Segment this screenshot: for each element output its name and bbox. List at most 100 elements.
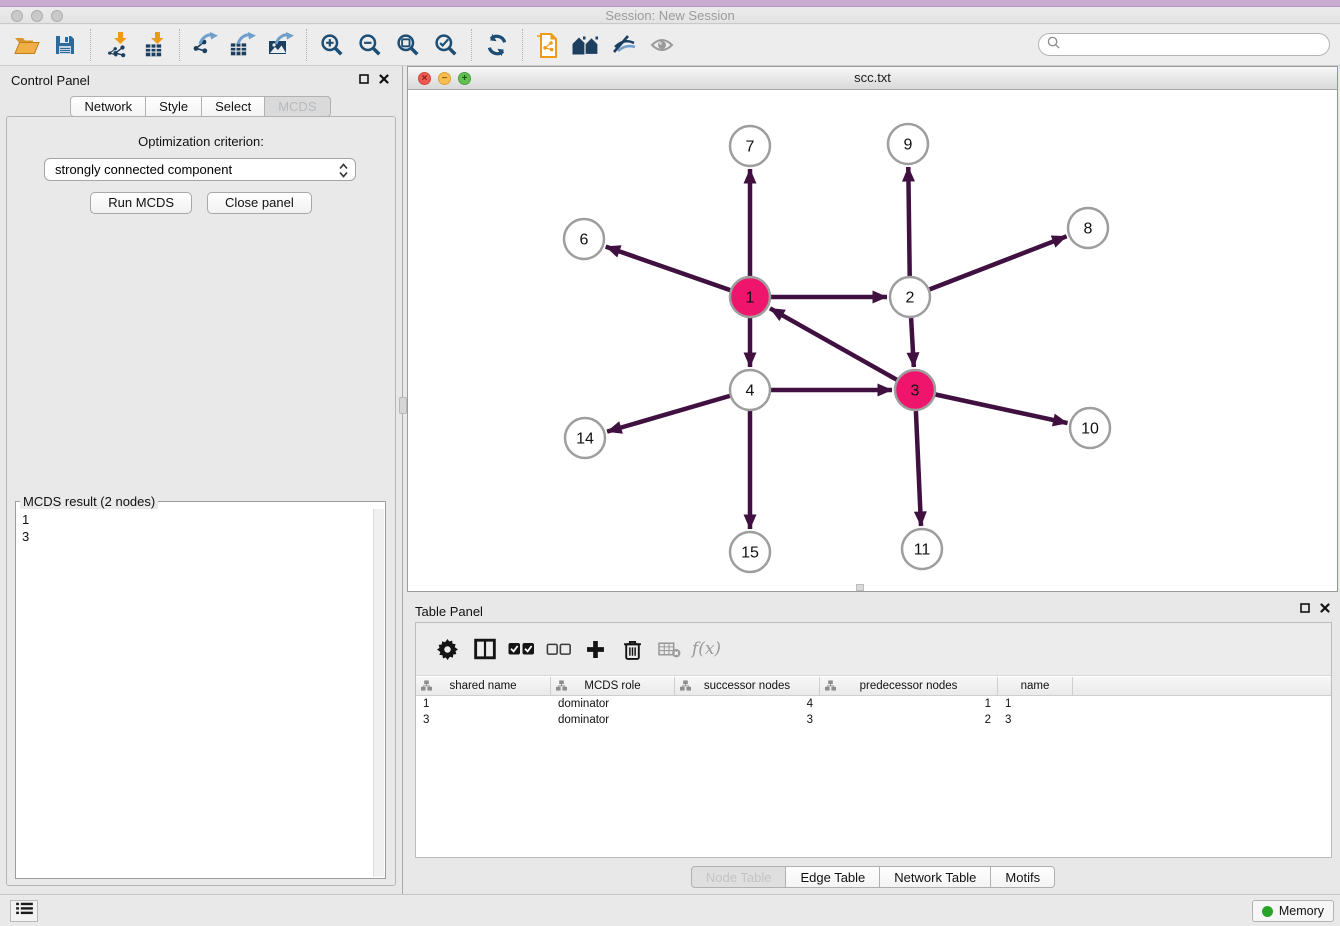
graph-node-4[interactable]: 4 xyxy=(730,370,770,410)
network-close-button[interactable]: × xyxy=(418,72,431,85)
float-panel-icon[interactable] xyxy=(359,74,369,84)
tab-select[interactable]: Select xyxy=(201,96,265,117)
run-mcds-button[interactable]: Run MCDS xyxy=(90,192,192,214)
table-row-2[interactable]: 3dominator323 xyxy=(416,712,1331,728)
svg-text:4: 4 xyxy=(746,383,755,400)
cell-MCDS-role[interactable]: dominator xyxy=(551,712,675,728)
result-scrollbar[interactable] xyxy=(373,509,384,877)
memory-status-dot xyxy=(1262,906,1273,917)
image-export-icon xyxy=(267,32,295,58)
graph-node-10[interactable]: 10 xyxy=(1070,408,1110,448)
edge-2-3[interactable] xyxy=(911,318,914,367)
memory-button[interactable]: Memory xyxy=(1252,900,1334,922)
table-export-button[interactable] xyxy=(224,27,262,63)
save-floppy-button[interactable] xyxy=(46,27,84,63)
graph-node-8[interactable]: 8 xyxy=(1068,208,1108,248)
houses-button[interactable] xyxy=(567,27,605,63)
task-history-button[interactable] xyxy=(10,900,38,922)
optimization-criterion-select[interactable]: strongly connected component xyxy=(44,158,356,181)
graph-node-2[interactable]: 2 xyxy=(890,277,930,317)
float-table-panel-icon[interactable] xyxy=(1300,603,1310,613)
column-header-name[interactable]: name xyxy=(998,677,1073,695)
hierarchy-icon xyxy=(556,680,567,694)
tab-node-table[interactable]: Node Table xyxy=(691,866,787,888)
graph-node-3[interactable]: 3 xyxy=(895,370,935,410)
graph-node-14[interactable]: 14 xyxy=(565,418,605,458)
cell-shared-name[interactable]: 3 xyxy=(416,712,551,728)
graph-node-7[interactable]: 7 xyxy=(730,126,770,166)
tab-edge-table[interactable]: Edge Table xyxy=(785,866,880,888)
edge-3-11[interactable] xyxy=(916,411,921,526)
edge-2-8[interactable] xyxy=(930,236,1067,289)
hierarchy-icon xyxy=(680,680,691,694)
graph-node-15[interactable]: 15 xyxy=(730,532,770,572)
trash-button[interactable] xyxy=(614,631,651,667)
panel-divider-grip[interactable] xyxy=(399,397,407,414)
close-panel-icon[interactable] xyxy=(379,74,389,84)
deselect-all-button[interactable] xyxy=(540,631,577,667)
tab-mcds[interactable]: MCDS xyxy=(264,96,330,117)
tab-network[interactable]: Network xyxy=(70,96,146,117)
table-row-1[interactable]: 1dominator411 xyxy=(416,696,1331,712)
cell-name[interactable]: 1 xyxy=(998,696,1073,712)
status-bar: Memory xyxy=(0,894,1340,926)
edge-2-9[interactable] xyxy=(908,167,909,276)
network-export-button[interactable] xyxy=(186,27,224,63)
graph-node-9[interactable]: 9 xyxy=(888,124,928,164)
column-header-MCDS-role[interactable]: MCDS role xyxy=(551,677,675,695)
network-window-titlebar: scc.txt × − + xyxy=(408,67,1337,90)
network-minimize-button[interactable]: − xyxy=(438,72,451,85)
table-export-icon xyxy=(229,32,257,58)
image-export-button[interactable] xyxy=(262,27,300,63)
houses-icon xyxy=(572,34,600,56)
select-all-checked-button[interactable] xyxy=(503,631,540,667)
zoom-out-button[interactable] xyxy=(351,27,389,63)
column-header-shared-name[interactable]: shared name xyxy=(416,677,551,695)
search-input[interactable] xyxy=(1065,38,1321,52)
column-header-predecessor-nodes[interactable]: predecessor nodes xyxy=(820,677,998,695)
cell-name[interactable]: 3 xyxy=(998,712,1073,728)
tab-network-table[interactable]: Network Table xyxy=(879,866,991,888)
network-graph: 7 9 6 8 1 2 4 3 14 10 15 11 xyxy=(408,90,1337,591)
network-import-button[interactable] xyxy=(97,27,135,63)
zoom-in-button[interactable] xyxy=(313,27,351,63)
mcds-result-textarea[interactable]: 1 3 xyxy=(17,509,373,877)
eye-slash-button[interactable] xyxy=(605,27,643,63)
cell-MCDS-role[interactable]: dominator xyxy=(551,696,675,712)
tab-style[interactable]: Style xyxy=(145,96,202,117)
edge-4-14[interactable] xyxy=(607,396,730,432)
refresh-arrows-button[interactable] xyxy=(478,27,516,63)
graph-node-1[interactable]: 1 xyxy=(730,277,770,317)
main-toolbar xyxy=(0,25,1340,66)
refresh-arrows-icon xyxy=(485,33,509,57)
table-import-button[interactable] xyxy=(135,27,173,63)
eye-disabled-icon xyxy=(650,36,674,54)
network-scroll-grip[interactable] xyxy=(856,584,864,591)
cell-predecessor-nodes[interactable]: 2 xyxy=(820,712,998,728)
cell-predecessor-nodes[interactable]: 1 xyxy=(820,696,998,712)
split-panel-button[interactable] xyxy=(466,631,503,667)
window-title: Session: New Session xyxy=(0,7,1340,24)
edge-3-1[interactable] xyxy=(770,308,897,379)
cell-successor-nodes[interactable]: 3 xyxy=(675,712,820,728)
zoom-selected-button[interactable] xyxy=(427,27,465,63)
plus-button[interactable] xyxy=(577,631,614,667)
toolbar-separator xyxy=(522,29,523,61)
tab-motifs[interactable]: Motifs xyxy=(990,866,1055,888)
toolbar-separator xyxy=(306,29,307,61)
gear-button[interactable] xyxy=(429,631,466,667)
open-folder-button[interactable] xyxy=(8,27,46,63)
edge-3-10[interactable] xyxy=(936,395,1068,424)
edge-1-6[interactable] xyxy=(606,247,731,291)
close-panel-button[interactable]: Close panel xyxy=(207,192,312,214)
zoom-fit-button[interactable] xyxy=(389,27,427,63)
document-network-button[interactable] xyxy=(529,27,567,63)
toolbar-separator xyxy=(179,29,180,61)
close-table-panel-icon[interactable] xyxy=(1320,603,1330,613)
network-maximize-button[interactable]: + xyxy=(458,72,471,85)
cell-shared-name[interactable]: 1 xyxy=(416,696,551,712)
column-header-successor-nodes[interactable]: successor nodes xyxy=(675,677,820,695)
cell-successor-nodes[interactable]: 4 xyxy=(675,696,820,712)
graph-node-11[interactable]: 11 xyxy=(902,529,942,569)
graph-node-6[interactable]: 6 xyxy=(564,219,604,259)
